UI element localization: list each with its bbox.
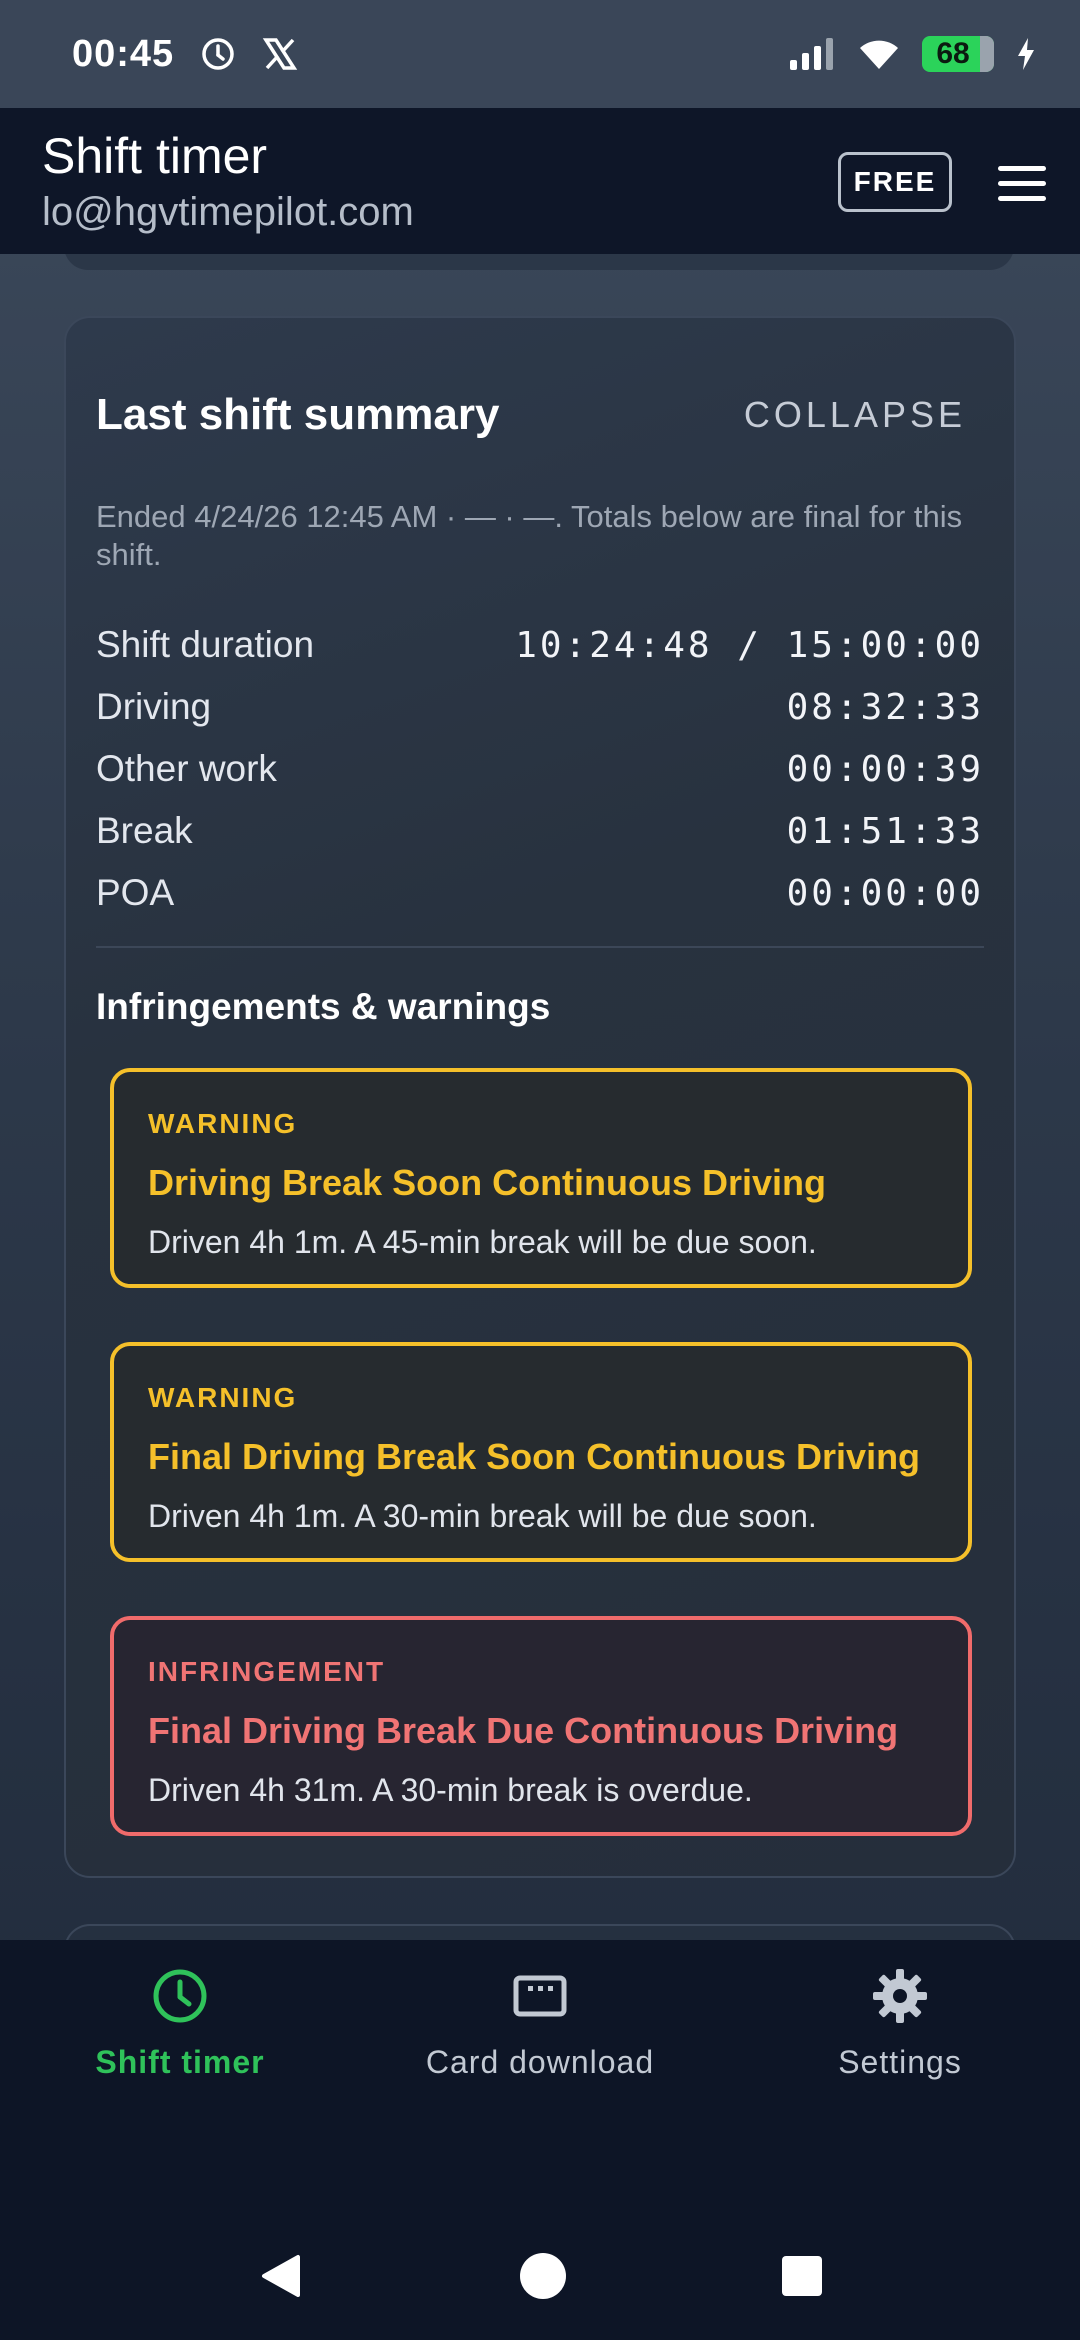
alert-description: Driven 4h 1m. A 30-min break will be due… xyxy=(148,1498,817,1534)
nav-label: Shift timer xyxy=(95,2044,265,2080)
x-app-icon xyxy=(262,38,298,70)
status-bar: 00:45 68 xyxy=(0,0,1080,108)
battery-indicator: 68 xyxy=(922,36,994,72)
home-icon[interactable] xyxy=(518,2251,568,2301)
nav-label: Settings xyxy=(838,2044,962,2080)
total-row-break: Break 01:51:33 xyxy=(96,800,984,862)
status-time: 00:45 xyxy=(72,32,175,75)
bottom-navigation: Shift timer Card download Settings xyxy=(0,1940,1080,2212)
total-value: 08:32:33 xyxy=(786,686,984,728)
alert-kind: WARNING xyxy=(148,1382,298,1413)
total-value: 10:24:48 / 15:00:00 xyxy=(515,624,984,666)
divider xyxy=(96,946,984,948)
summary-title: Last shift summary xyxy=(96,390,500,439)
nav-shift-timer[interactable]: Shift timer xyxy=(30,1966,330,2212)
total-value: 00:00:39 xyxy=(786,748,984,790)
alert-title: Final Driving Break Soon Continuous Driv… xyxy=(148,1436,921,1477)
total-row-poa: POA 00:00:00 xyxy=(96,862,984,924)
warning-alert: WARNING Driving Break Soon Continuous Dr… xyxy=(110,1068,972,1288)
alarm-icon xyxy=(202,38,234,70)
gear-icon xyxy=(873,1969,927,2023)
back-icon[interactable] xyxy=(256,2251,306,2301)
alert-title: Final Driving Break Due Continuous Drivi… xyxy=(148,1710,899,1751)
total-row-other-work: Other work 00:00:39 xyxy=(96,738,984,800)
app-header: Shift timer lo@hgvtimepilot.com FREE xyxy=(0,108,1080,254)
charging-icon xyxy=(1018,38,1034,70)
signal-icon xyxy=(790,38,833,70)
last-shift-summary-card: Last shift summary COLLAPSE Ended 4/24/2… xyxy=(64,316,1016,1878)
alert-description: Driven 4h 31m. A 30-min break is overdue… xyxy=(148,1772,753,1808)
collapse-button[interactable]: COLLAPSE xyxy=(744,394,984,436)
nav-label: Card download xyxy=(425,2044,655,2080)
wifi-icon xyxy=(860,40,898,69)
infringements-section-title: Infringements & warnings xyxy=(96,986,551,1027)
warning-alert: WARNING Final Driving Break Soon Continu… xyxy=(110,1342,972,1562)
card-reader-icon xyxy=(513,1975,567,2017)
total-label: Break xyxy=(96,810,193,851)
summary-note: Ended 4/24/26 12:45 AM · — · —. Totals b… xyxy=(96,499,963,572)
total-value: 00:00:00 xyxy=(786,872,984,914)
system-navigation-bar xyxy=(0,2212,1080,2340)
total-row-driving: Driving 08:32:33 xyxy=(96,676,984,738)
clock-icon xyxy=(153,1969,207,2023)
alert-description: Driven 4h 1m. A 45-min break will be due… xyxy=(148,1224,817,1260)
battery-level: 68 xyxy=(936,37,970,70)
infringement-alert: INFRINGEMENT Final Driving Break Due Con… xyxy=(110,1616,972,1836)
total-label: Shift duration xyxy=(96,624,315,665)
menu-icon[interactable] xyxy=(998,166,1046,202)
total-label: POA xyxy=(96,872,175,913)
recents-icon[interactable] xyxy=(780,2254,824,2298)
total-label: Driving xyxy=(96,686,212,727)
total-row-shift-duration: Shift duration 10:24:48 / 15:00:00 xyxy=(96,614,984,676)
nav-card-download[interactable]: Card download xyxy=(390,1966,690,2212)
alert-title: Driving Break Soon Continuous Driving xyxy=(148,1162,827,1203)
nav-settings[interactable]: Settings xyxy=(750,1966,1050,2212)
alert-kind: INFRINGEMENT xyxy=(148,1656,386,1687)
plan-badge[interactable]: FREE xyxy=(838,152,952,212)
totals-list: Shift duration 10:24:48 / 15:00:00 Drivi… xyxy=(96,614,984,924)
total-value: 01:51:33 xyxy=(786,810,984,852)
total-label: Other work xyxy=(96,748,277,789)
alert-kind: WARNING xyxy=(148,1108,298,1139)
